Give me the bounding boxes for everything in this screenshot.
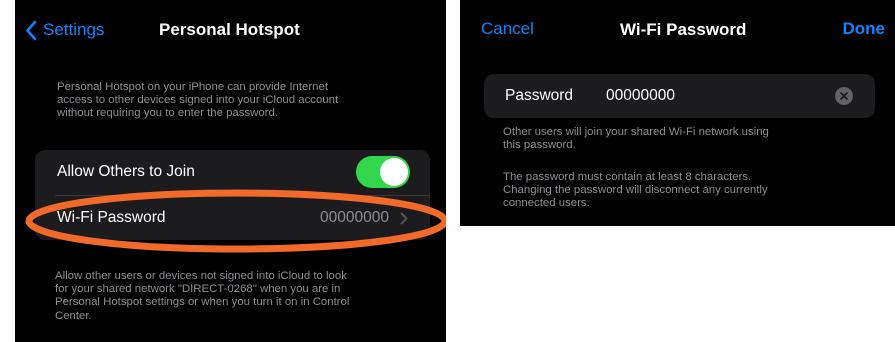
- settings-back-button[interactable]: Settings: [25, 17, 104, 43]
- note-line: Other users will join your shared Wi-Fi …: [503, 126, 769, 138]
- note-line: Changing the password will disconnect an…: [503, 184, 768, 197]
- note-line: this password.: [503, 139, 576, 152]
- wifi-page-title: Wi-Fi Password: [620, 20, 747, 39]
- chevron-left-icon: [26, 20, 37, 40]
- password-note-2: The password must contain at least 8 cha…: [503, 171, 768, 211]
- clear-text-button[interactable]: [835, 87, 853, 105]
- wifi-password-label: Wi-Fi Password: [57, 209, 166, 226]
- toggle-knob: [380, 158, 408, 186]
- allow-others-label: Allow Others to Join: [57, 163, 195, 180]
- footer-line: Allow other users or devices not signed …: [55, 270, 347, 282]
- note-line: connected users.: [503, 197, 590, 210]
- intro-line: Personal Hotspot on your iPhone can prov…: [57, 81, 329, 93]
- password-note-1: Other users will join your shared Wi-Fi …: [503, 126, 769, 152]
- hotspot-footer-text: Allow other users or devices not signed …: [55, 270, 349, 323]
- chevron-right-icon: [400, 212, 408, 225]
- footer-line: Center.: [55, 309, 92, 322]
- password-field-label: Password: [505, 87, 574, 104]
- allow-others-row: Allow Others to Join: [35, 150, 430, 194]
- hotspot-settings-group: Allow Others to Join Wi-Fi Password 0000…: [35, 150, 430, 240]
- back-label: Settings: [43, 20, 105, 39]
- password-field-group: Password 00000000: [484, 74, 875, 118]
- wifi-nav-bar: Cancel Wi-Fi Password Done: [460, 0, 895, 60]
- page-title: Personal Hotspot: [159, 20, 300, 39]
- clear-x-icon: [840, 92, 848, 100]
- footer-line: for your shared network "DIRECT-0268" wh…: [55, 283, 341, 296]
- intro-line: access to other devices signed into your…: [57, 94, 339, 107]
- intro-line: without requiring you to enter the passw…: [57, 107, 278, 120]
- allow-others-toggle[interactable]: [356, 156, 410, 188]
- password-input[interactable]: 00000000: [606, 87, 675, 105]
- wifi-password-value: 00000000: [320, 209, 389, 226]
- cancel-button[interactable]: Cancel: [481, 19, 534, 39]
- password-field-row[interactable]: Password 00000000: [484, 74, 875, 118]
- note-line: The password must contain at least 8 cha…: [503, 171, 752, 183]
- personal-hotspot-screen: Settings Personal Hotspot Personal Hotsp…: [15, 0, 446, 342]
- done-button[interactable]: Done: [843, 19, 886, 39]
- wifi-password-screen: Cancel Wi-Fi Password Done Password 0000…: [460, 0, 895, 226]
- hotspot-intro-text: Personal Hotspot on your iPhone can prov…: [57, 81, 338, 121]
- hotspot-nav-bar: Settings Personal Hotspot: [15, 0, 446, 60]
- wifi-password-row[interactable]: Wi-Fi Password 00000000: [35, 196, 430, 240]
- footer-line: Personal Hotspot settings or when you tu…: [55, 296, 350, 309]
